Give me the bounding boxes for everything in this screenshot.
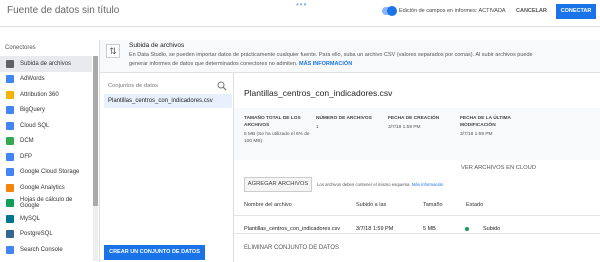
table-row[interactable]: Plantillas_centros_con_indicadores.csv 3…	[234, 215, 600, 234]
connectors-panel: Conectores Subida de archivos AdWords At…	[0, 40, 100, 262]
upload-info-banner: ⇅ Subida de archivos En Data Studio, se …	[100, 40, 600, 73]
scrollbar-thumb[interactable]	[93, 56, 98, 206]
file-metadata: TAMAÑO TOTAL DE LOS ARCHIVOS 5 MB (Se ha…	[234, 108, 600, 160]
adwords-icon	[6, 75, 14, 84]
connector-gcs[interactable]: Google Cloud Storage	[0, 165, 92, 181]
connectors-list: Subida de archivos AdWords Attribution 3…	[0, 56, 92, 258]
cloudsql-icon	[6, 121, 14, 130]
datasets-heading: Conjuntos de datos	[108, 83, 158, 89]
meta-value: 1	[316, 125, 319, 130]
cell-size: 5 MB	[423, 226, 436, 232]
connector-attribution[interactable]: Attribution 360	[0, 87, 92, 103]
sheets-icon	[6, 199, 14, 208]
search-console-icon	[6, 245, 14, 254]
add-files-note: Los archivos deben contener el mismo esq…	[317, 182, 443, 187]
meta-total-size: TAMAÑO TOTAL DE LOS ARCHIVOS 5 MB (Se ha…	[244, 115, 316, 145]
delete-dataset-link[interactable]: ELIMINAR CONJUNTO DE DATOS	[244, 245, 339, 251]
banner-title: Subida de archivos	[129, 42, 185, 49]
connector-dfp[interactable]: DFP	[0, 149, 92, 165]
create-dataset-button[interactable]: CREAR UN CONJUNTO DE DATOS	[104, 245, 205, 260]
connector-label: MySQL	[20, 215, 41, 222]
meta-value: 5 MB (Se ha utilizado el 6% de 100 MB)	[244, 132, 310, 144]
dcm-icon	[6, 137, 14, 146]
meta-modified: FECHA DE LA ÚLTIMA MODIFICACIÓN 3/7/18 1…	[460, 115, 518, 138]
column-header-name: Nombre del archivo	[244, 202, 292, 208]
field-edit-toggle[interactable]	[382, 6, 397, 16]
gcs-icon	[6, 168, 14, 177]
connector-label: DCM	[20, 138, 34, 145]
connector-label: Attribution 360	[20, 91, 59, 98]
datasets-panel: Conjuntos de datos Plantillas_centros_co…	[100, 73, 234, 262]
connector-label: Subida de archivos	[20, 60, 72, 67]
connector-label: Google Cloud Storage	[20, 169, 80, 176]
cell-file-name: Plantillas_centros_con_indicadores.csv	[244, 226, 340, 232]
connector-label: Hojas de cálculo de Google	[20, 197, 73, 210]
add-note-text: Los archivos deben contener el mismo esq…	[317, 182, 411, 187]
column-header-status: Estado	[466, 202, 484, 208]
cancel-button[interactable]: CANCELAR	[512, 5, 551, 18]
analytics-icon	[6, 183, 14, 192]
banner-description: En Data Studio, se pueden importar datos…	[129, 51, 539, 69]
connector-postgresql[interactable]: PostgreSQL	[0, 227, 92, 243]
connector-adwords[interactable]: AdWords	[0, 72, 92, 88]
meta-value: 3/7/18 1:59 PM	[388, 125, 421, 130]
cell-uploaded: 3/7/18 1:59 PM	[356, 226, 394, 232]
meta-created: FECHA DE CREACIÓN 3/7/18 1:59 PM	[388, 115, 458, 131]
meta-label: FECHA DE LA ÚLTIMA MODIFICACIÓN	[460, 116, 511, 128]
connector-label: AdWords	[20, 76, 45, 83]
status-dot-icon	[465, 227, 469, 231]
more-info-link[interactable]: MÁS INFORMACIÓN	[299, 61, 352, 67]
connectors-heading: Conectores	[5, 45, 36, 51]
connector-label: Cloud SQL	[20, 122, 50, 129]
search-icon[interactable]	[217, 81, 227, 91]
connector-cloudsql[interactable]: Cloud SQL	[0, 118, 92, 134]
connect-button[interactable]: CONECTAR	[556, 4, 596, 19]
connector-label: PostgreSQL	[20, 231, 53, 238]
connector-label: DFP	[20, 153, 32, 160]
view-cloud-files-link[interactable]: VER ARCHIVOS EN CLOUD	[461, 165, 536, 171]
connector-label: Google Analytics	[20, 184, 65, 191]
dfp-icon	[6, 152, 14, 161]
add-note-link[interactable]: Más información	[412, 182, 444, 187]
toggle-knob	[387, 6, 397, 16]
mysql-icon	[6, 214, 14, 223]
connector-upload[interactable]: Subida de archivos	[0, 56, 92, 72]
connector-dcm[interactable]: DCM	[0, 134, 92, 150]
connector-analytics[interactable]: Google Analytics	[0, 180, 92, 196]
cell-status: Subido	[483, 226, 501, 232]
postgresql-icon	[6, 230, 14, 239]
connector-search-console[interactable]: Search Console	[0, 242, 92, 258]
datasource-title[interactable]: Fuente de datos sin título	[7, 5, 119, 16]
meta-label: TAMAÑO TOTAL DE LOS ARCHIVOS	[244, 116, 301, 128]
connector-label: BigQuery	[20, 107, 46, 114]
connector-label: Search Console	[20, 246, 63, 253]
connector-sheets[interactable]: Hojas de cálculo de Google	[0, 196, 92, 212]
connector-mysql[interactable]: MySQL	[0, 211, 92, 227]
meta-value: 3/7/18 1:59 PM	[460, 132, 493, 137]
bigquery-icon	[6, 106, 14, 115]
connectors-scrollbar[interactable]	[93, 56, 98, 261]
column-header-uploaded: Subido a las	[356, 202, 387, 208]
meta-label: FECHA DE CREACIÓN	[388, 116, 440, 121]
add-files-button[interactable]: AGREGAR ARCHIVOS	[244, 177, 312, 192]
column-header-size: Tamaño	[423, 202, 443, 208]
dataset-item[interactable]: Plantillas_centros_con_indicadores.csv	[104, 94, 232, 108]
attribution-icon	[6, 90, 14, 99]
drag-handle-icon[interactable]: •••	[296, 0, 307, 9]
connector-bigquery[interactable]: BigQuery	[0, 103, 92, 119]
top-bar: Fuente de datos sin título ••• Edición d…	[0, 0, 600, 27]
meta-label: NÚMERO DE ARCHIVOS	[316, 116, 372, 121]
field-edit-label: Edición de campos en informes: ACTIVADA	[399, 8, 506, 14]
upload-icon	[6, 59, 14, 68]
upload-arrows-icon: ⇅	[106, 44, 120, 58]
meta-file-count: NÚMERO DE ARCHIVOS 1	[316, 115, 386, 131]
file-title: Plantillas_centros_con_indicadores.csv	[244, 88, 393, 98]
